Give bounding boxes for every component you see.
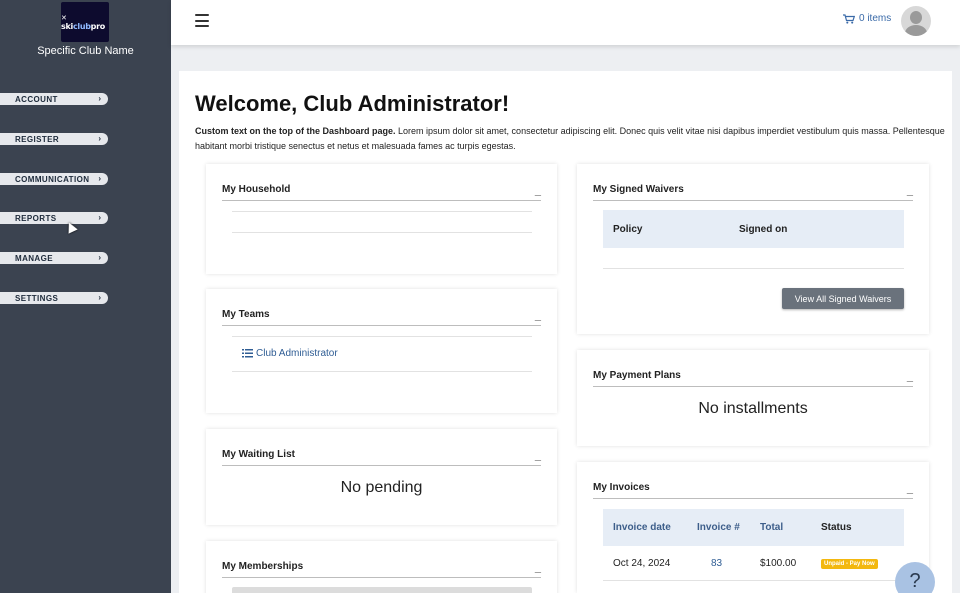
intro-text: Custom text on the top of the Dashboard … <box>195 124 945 154</box>
club-name: Specific Club Name <box>37 45 134 57</box>
sidebar-item-label: REPORTS <box>15 213 57 223</box>
sidebar-item-reports[interactable]: REPORTS › <box>0 212 108 224</box>
page-title: Welcome, Club Administrator! <box>195 91 510 116</box>
sidebar-item-label: SETTINGS <box>15 293 59 303</box>
card-title: My Waiting List <box>222 449 295 460</box>
team-link[interactable]: Club Administrator <box>242 348 338 359</box>
divider <box>603 268 904 269</box>
logo-text: ✕ skiclubpro <box>61 14 105 31</box>
user-avatar[interactable] <box>901 6 931 36</box>
list-icon <box>242 349 253 358</box>
invoice-date: Oct 24, 2024 <box>613 558 671 569</box>
team-link-label: Club Administrator <box>256 348 338 359</box>
pay-now-badge[interactable]: Unpaid - Pay Now <box>821 559 878 569</box>
invoice-total: $100.00 <box>760 558 797 569</box>
collapse-icon[interactable]: _ <box>907 184 913 197</box>
collapse-icon[interactable]: _ <box>535 561 541 574</box>
empty-message: No installments <box>698 400 808 417</box>
sidebar-item-register[interactable]: REGISTER › <box>0 133 108 145</box>
memberships-card: My Memberships _ <box>206 541 557 593</box>
invoice-number-link[interactable]: 83 <box>711 558 722 569</box>
card-title: My Signed Waivers <box>593 184 684 195</box>
sidebar-item-settings[interactable]: SETTINGS › <box>0 292 108 304</box>
collapse-icon[interactable]: _ <box>535 309 541 322</box>
sidebar-item-manage[interactable]: MANAGE › <box>0 252 108 264</box>
divider <box>603 580 904 581</box>
table-header: Policy Signed on <box>603 210 904 248</box>
card-title: My Invoices <box>593 482 650 493</box>
dashboard-panel: Welcome, Club Administrator! Custom text… <box>179 71 952 593</box>
empty-message: No pending <box>340 479 423 496</box>
card-title: My Teams <box>222 309 270 320</box>
membership-placeholder <box>232 587 532 593</box>
divider <box>232 211 532 212</box>
divider <box>232 232 532 233</box>
column-header: Policy <box>613 223 643 235</box>
table-header: Invoice date Invoice # Total Status <box>603 509 904 546</box>
chevron-right-icon: › <box>98 213 101 222</box>
signed-waivers-card: My Signed Waivers _ Policy Signed on Vie… <box>577 164 929 334</box>
chevron-right-icon: › <box>98 174 101 183</box>
cart-count: 0 items <box>859 13 892 24</box>
divider <box>232 336 532 337</box>
cart-icon <box>843 13 855 24</box>
payment-plans-card: My Payment Plans _ No installments <box>577 350 929 446</box>
chevron-right-icon: › <box>98 253 101 262</box>
hamburger-menu-icon[interactable] <box>195 14 209 27</box>
sidebar: ✕ skiclubpro Specific Club Name ACCOUNT … <box>0 0 171 593</box>
chevron-right-icon: › <box>98 94 101 103</box>
intro-bold: Custom text on the top of the Dashboard … <box>195 126 396 136</box>
teams-card: My Teams _ Club Administrator <box>206 289 557 413</box>
chevron-right-icon: › <box>98 293 101 302</box>
sidebar-item-label: MANAGE <box>15 253 53 263</box>
invoices-card: My Invoices _ Invoice date Invoice # Tot… <box>577 462 929 593</box>
collapse-icon[interactable]: _ <box>535 184 541 197</box>
collapse-icon[interactable]: _ <box>907 482 913 495</box>
collapse-icon[interactable]: _ <box>907 370 913 383</box>
club-logo[interactable]: ✕ skiclubpro <box>61 2 109 42</box>
collapse-icon[interactable]: _ <box>535 449 541 462</box>
sidebar-item-label: ACCOUNT <box>15 94 58 104</box>
sidebar-item-communication[interactable]: COMMUNICATION › <box>0 173 108 185</box>
column-header[interactable]: Invoice # <box>697 522 740 533</box>
sidebar-item-label: REGISTER <box>15 134 60 144</box>
sidebar-item-account[interactable]: ACCOUNT › <box>0 93 108 105</box>
cart-button[interactable]: 0 items <box>843 13 891 24</box>
column-header: Status <box>821 522 852 533</box>
card-title: My Memberships <box>222 561 304 572</box>
view-all-waivers-button[interactable]: View All Signed Waivers <box>782 288 904 309</box>
column-header: Signed on <box>739 223 788 235</box>
column-header[interactable]: Invoice date <box>613 522 671 533</box>
waiting-list-card: My Waiting List _ No pending <box>206 429 557 525</box>
household-card: My Household _ <box>206 164 557 274</box>
card-title: My Payment Plans <box>593 370 681 381</box>
sidebar-item-label: COMMUNICATION <box>15 174 90 184</box>
top-bar: 0 items <box>171 0 960 45</box>
chevron-right-icon: › <box>98 134 101 143</box>
card-title: My Household <box>222 184 291 195</box>
column-header[interactable]: Total <box>760 522 783 533</box>
divider <box>232 371 532 372</box>
